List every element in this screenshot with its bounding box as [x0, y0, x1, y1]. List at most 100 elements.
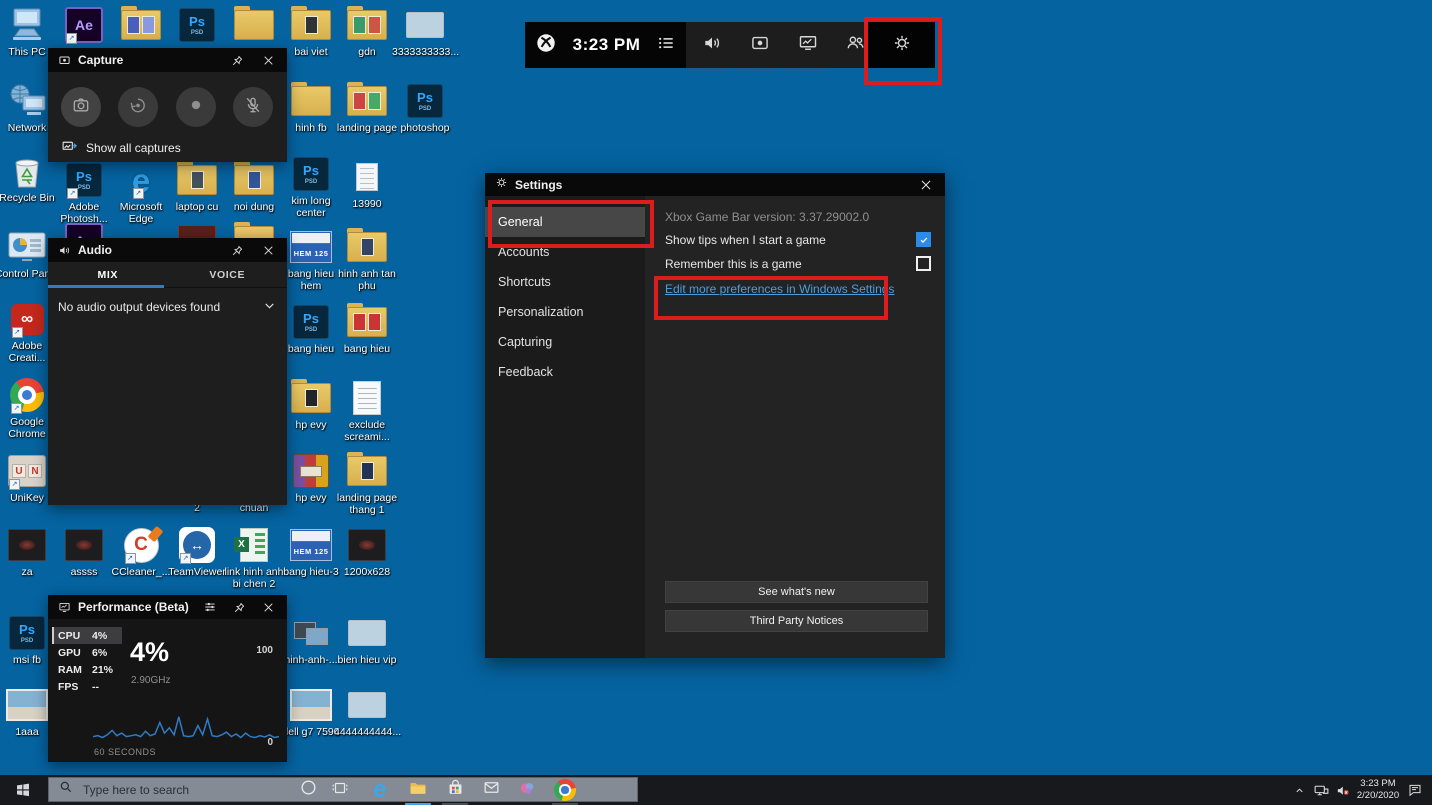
close-icon[interactable] — [917, 176, 935, 194]
record-button[interactable] — [176, 87, 216, 127]
show-all-captures-button[interactable]: Show all captures — [61, 138, 181, 158]
settings-nav-shortcuts[interactable]: Shortcuts — [485, 267, 645, 297]
third-party-notices-button[interactable]: Third Party Notices — [665, 610, 928, 632]
capture-widget-titlebar[interactable]: Capture — [48, 48, 287, 72]
perf-stat-gpu[interactable]: GPU6% — [52, 644, 122, 661]
perf-stat-ram[interactable]: RAM21% — [52, 661, 122, 678]
audio-widget: Audio MIXVOICE No audio output devices f… — [48, 238, 287, 505]
desktop-icon-label: This PC — [8, 46, 45, 58]
tray-volume-muted-icon[interactable] — [1332, 775, 1354, 805]
capture-widget-body: Show all captures — [48, 72, 287, 162]
options-sliders-icon[interactable] — [202, 598, 218, 616]
taskbar-app-edge[interactable]: e — [365, 775, 395, 805]
gamebar-audio-button[interactable] — [688, 22, 736, 68]
perf-stat-label: CPU — [58, 630, 84, 642]
audio-widget-title: Audio — [78, 243, 215, 257]
action-center-icon[interactable] — [1404, 775, 1426, 805]
desktop-icon-4444444444[interactable]: 4444444444... — [334, 686, 400, 738]
desktop-icon-bien-hieu-vip[interactable]: bien hieu vip — [334, 614, 400, 666]
checkbox-checked[interactable] — [916, 232, 931, 247]
mic-off-button[interactable] — [233, 87, 273, 127]
widget-menu-icon[interactable] — [656, 33, 676, 58]
close-icon[interactable] — [259, 51, 277, 69]
close-icon[interactable] — [259, 241, 277, 259]
desktop-icon-1200x628[interactable]: 1200x628 — [334, 526, 400, 578]
record-icon — [186, 95, 206, 120]
desktop-icon-exclude-screami[interactable]: exclude screami... — [334, 379, 400, 443]
gamebar-performance-button[interactable] — [784, 22, 832, 68]
pin-icon[interactable] — [228, 241, 246, 259]
desktop-icon-label: UniKey — [10, 492, 44, 504]
audio-tab-voice[interactable]: VOICE — [168, 262, 288, 287]
folder-icon — [234, 6, 274, 44]
taskbar-app-file-explorer[interactable] — [403, 775, 433, 805]
desktop-icon-landing-page-thang-1[interactable]: landing page thang 1 — [334, 452, 400, 516]
desktop-icon-label: CCleaner_... — [112, 566, 171, 578]
desktop-icon-landing-page[interactable]: landing page — [334, 82, 400, 134]
psd-icon: PsPSD — [9, 614, 45, 652]
desktop-icon-hinh-anh-tan-phu[interactable]: hinh anh tan phu — [334, 228, 400, 292]
speaker-icon — [58, 244, 71, 257]
taskbar-app-mail[interactable] — [476, 775, 506, 805]
settings-option-row: Remember this is a game — [665, 256, 931, 271]
screenshot-button[interactable] — [61, 87, 101, 127]
pin-icon[interactable] — [231, 598, 247, 616]
performance-widget-titlebar[interactable]: Performance (Beta) — [48, 595, 287, 619]
taskbar-app-chrome[interactable] — [550, 775, 580, 805]
perf-stat-fps[interactable]: FPS-- — [52, 678, 122, 695]
performance-icon — [58, 601, 71, 614]
tray-chevron-up-icon[interactable] — [1288, 775, 1310, 805]
desktop-icon-label: 1200x628 — [344, 566, 390, 578]
settings-nav-feedback[interactable]: Feedback — [485, 357, 645, 387]
pin-icon[interactable] — [228, 51, 246, 69]
record-last-icon — [128, 95, 148, 120]
show-all-captures-label: Show all captures — [86, 141, 181, 155]
shortcut-arrow-icon: ↗ — [12, 327, 23, 338]
tray-network-display-icon[interactable] — [1310, 775, 1332, 805]
settings-titlebar[interactable]: Settings — [485, 173, 945, 196]
psd-icon: PsPSD — [179, 6, 215, 44]
desktop-icon-3333333333[interactable]: 3333333333... — [392, 6, 458, 58]
start-button[interactable] — [0, 775, 46, 805]
gamebar-capture-button[interactable] — [736, 22, 784, 68]
desktop-icon-label: kim long center — [291, 195, 330, 219]
shortcut-arrow-icon: ↗ — [67, 188, 78, 199]
cpu-percent-value: 4% — [130, 637, 169, 668]
desktop-icon-label: link hinh anh bi chen 2 — [225, 566, 284, 590]
desktop-icon-13990[interactable]: 13990 — [334, 158, 400, 210]
taskbar-app-photos[interactable] — [512, 775, 542, 805]
version-text: Xbox Game Bar version: 3.37.29002.0 — [665, 210, 869, 224]
img-icon — [348, 526, 386, 564]
filesm-icon — [356, 158, 378, 196]
xbox-logo-icon[interactable] — [535, 32, 557, 59]
desktop-icon-bang-hieu[interactable]: bang hieu — [334, 303, 400, 355]
search-icon — [59, 780, 73, 799]
desktop-icon-photoshop[interactable]: PsPSDphotoshop — [392, 82, 458, 134]
img-icon — [8, 526, 46, 564]
audio-widget-titlebar[interactable]: Audio — [48, 238, 287, 262]
folder-icon — [347, 452, 387, 490]
close-icon[interactable] — [261, 598, 277, 616]
see-whats-new-button[interactable]: See what's new — [665, 581, 928, 603]
desktop-icon-gdn[interactable]: gdn — [334, 6, 400, 58]
record-last-button[interactable] — [118, 87, 158, 127]
folder-icon — [347, 228, 387, 266]
desktop-icon-label: msi fb — [13, 654, 41, 666]
checkbox-unchecked[interactable] — [916, 256, 931, 271]
shortcut-arrow-icon: ↗ — [9, 479, 20, 490]
settings-nav-personalization[interactable]: Personalization — [485, 297, 645, 327]
taskbar-app-store[interactable] — [440, 775, 470, 805]
settings-nav-capturing[interactable]: Capturing — [485, 327, 645, 357]
tray-clock[interactable]: 3:23 PM 2/20/2020 — [1354, 778, 1402, 802]
recycle-icon — [10, 152, 44, 190]
audio-widget-body: MIXVOICE No audio output devices found — [48, 262, 287, 505]
ae-icon: Ae↗ — [65, 6, 103, 44]
perf-stat-cpu[interactable]: CPU4% — [52, 627, 122, 644]
audio-tab-mix[interactable]: MIX — [48, 262, 168, 287]
shortcut-arrow-icon: ↗ — [133, 188, 144, 199]
performance-widget-body: CPU4%GPU6%RAM21%FPS-- 4% 2.90GHz 100 0 6… — [48, 619, 287, 762]
chevron-down-icon[interactable] — [262, 298, 277, 316]
taskbar-app-task-view[interactable] — [325, 775, 355, 805]
taskbar-app-cortana[interactable] — [293, 775, 323, 805]
desktop-icon-label: landing page thang 1 — [337, 492, 397, 516]
